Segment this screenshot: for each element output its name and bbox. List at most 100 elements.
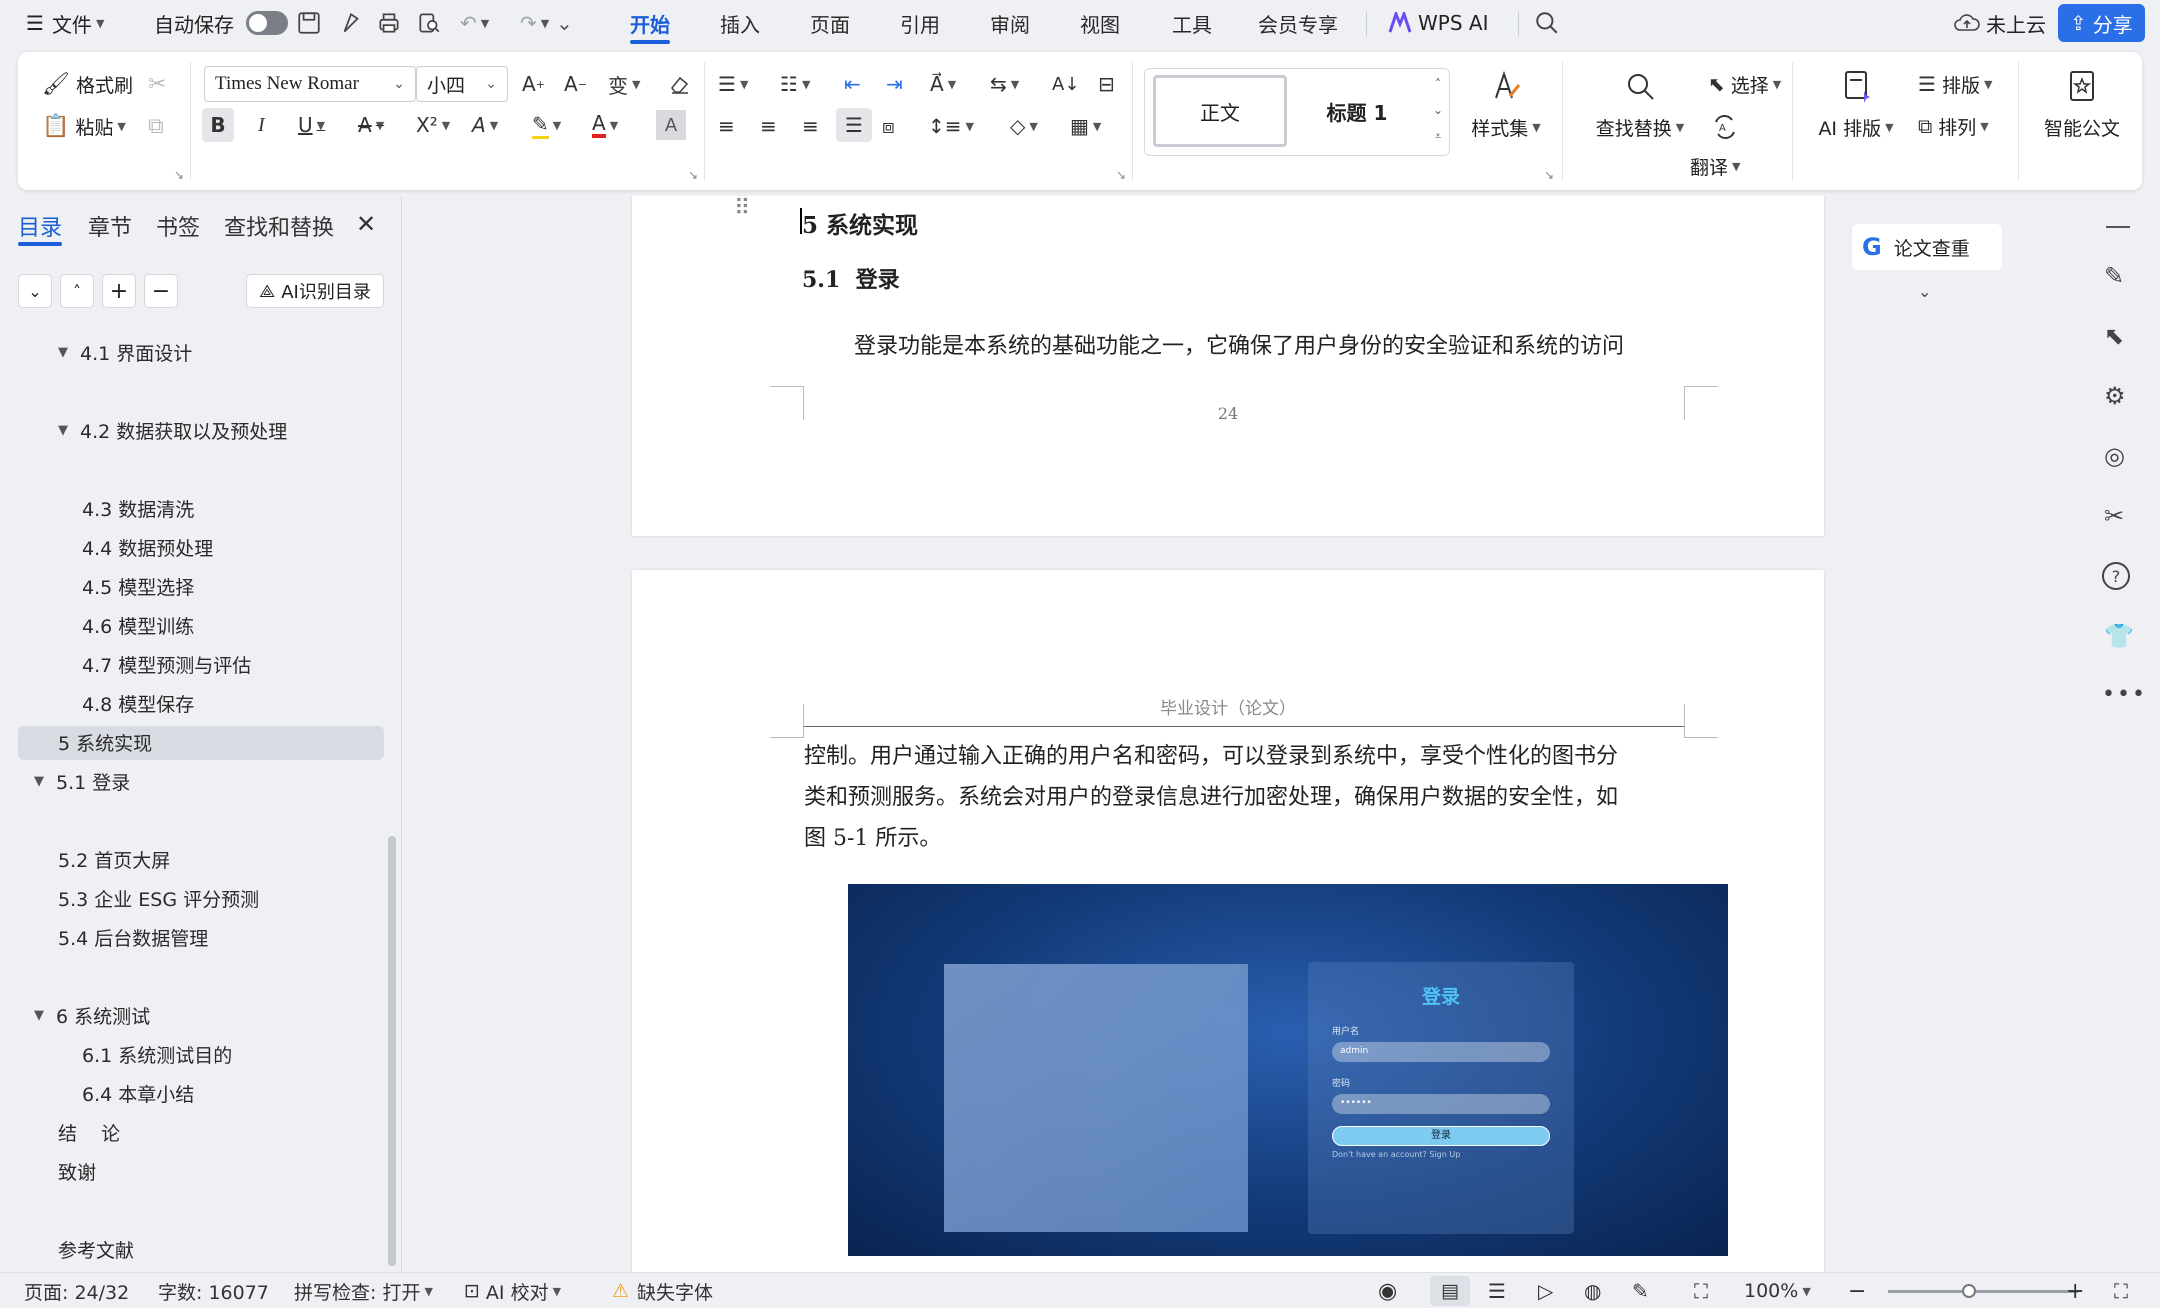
arrange-button[interactable]: ⧉ 排列 ▼	[1918, 108, 1989, 144]
translate-icon[interactable]: A	[1710, 110, 1740, 144]
decrease-indent-icon[interactable]: ⇤	[844, 68, 861, 100]
toc-item[interactable]: 致谢	[58, 1153, 96, 1189]
toc-item[interactable]: ▼ 4.2 数据获取以及预处理	[58, 412, 287, 448]
play-icon[interactable]: ▷	[1538, 1273, 1553, 1308]
heading-1[interactable]: 5 系统实现	[802, 206, 918, 240]
tab-view[interactable]: 视图	[1080, 0, 1120, 46]
toc-item[interactable]: 5.4 后台数据管理	[58, 919, 208, 955]
toc-item[interactable]: 结 论	[58, 1114, 120, 1150]
zoom-out-icon[interactable]: −	[1848, 1273, 1866, 1308]
find-icon[interactable]	[1580, 66, 1700, 106]
paragraph[interactable]: 控制。用户通过输入正确的用户名和密码，可以登录到系统中，享受个性化的图书分 类和…	[804, 736, 1618, 859]
print-icon[interactable]	[376, 0, 402, 46]
tab-toc[interactable]: 目录	[18, 210, 62, 242]
toc-item[interactable]: ▼ 5.1 登录	[34, 763, 130, 799]
superscript-button[interactable]: X² ▼	[416, 108, 450, 142]
font-name-select[interactable]: Times New Romar ⌄	[204, 66, 416, 102]
search-icon[interactable]	[1534, 0, 1560, 46]
distribute-icon[interactable]: ⧈	[882, 110, 895, 142]
edit-pen-icon[interactable]: ✎	[2104, 262, 2124, 290]
chevron-down-icon[interactable]: ⌄	[1918, 282, 1931, 301]
web-view-icon[interactable]: ◍	[1584, 1273, 1601, 1308]
increase-indent-icon[interactable]: ⇥	[886, 68, 903, 100]
format-painter-button[interactable]: 🖌 格式刷	[42, 66, 133, 102]
swap-button[interactable]: ⇆ ▼	[990, 68, 1019, 100]
remove-heading-icon[interactable]: −	[144, 274, 178, 308]
adjust-sliders-icon[interactable]: ⚙	[2104, 382, 2126, 410]
paragraph[interactable]: 登录功能是本系统的基础功能之一，它确保了用户身份的安全验证和系统的访问	[854, 328, 1624, 360]
missing-font-button[interactable]: ⚠ 缺失字体	[612, 1273, 713, 1308]
page-indicator[interactable]: 页面: 24/32	[24, 1273, 129, 1308]
align-left-icon[interactable]: ≡	[718, 110, 735, 142]
style-set-icon[interactable]	[1466, 66, 1546, 106]
highlight-button[interactable]: ✎ ▼	[532, 108, 561, 142]
phonetic-guide-icon[interactable]: 变 ▼	[608, 68, 640, 100]
shirt-theme-icon[interactable]: 👕	[2104, 622, 2134, 650]
numbered-list-button[interactable]: ☷ ▼	[780, 68, 810, 100]
ai-layout-button[interactable]: AI 排版 ▼	[1806, 110, 1906, 144]
zoom-select[interactable]: 100% ▼	[1744, 1273, 1811, 1308]
toc-item[interactable]: 4.7 模型预测与评估	[82, 646, 251, 682]
underline-button[interactable]: U ▼	[298, 108, 325, 142]
line-spacing-button[interactable]: ↕≡ ▼	[928, 110, 974, 142]
align-center-icon[interactable]: ≡	[760, 110, 777, 142]
page-view-icon[interactable]: ▤	[1430, 1276, 1470, 1306]
ai-toc-button[interactable]: ⟁ AI识别目录	[246, 274, 384, 308]
tab-page[interactable]: 页面	[810, 0, 850, 46]
sidebar-scrollbar[interactable]	[388, 836, 396, 1266]
toc-item[interactable]: 4.4 数据预处理	[82, 529, 213, 565]
toc-item[interactable]: 4.3 数据清洗	[82, 490, 194, 526]
more-icon[interactable]: •••	[2102, 682, 2147, 707]
zoom-in-icon[interactable]: +	[2066, 1273, 2084, 1308]
find-replace-button[interactable]: 查找替换 ▼	[1580, 110, 1700, 144]
justify-icon[interactable]: ☰	[836, 108, 872, 142]
show-marks-icon[interactable]: ⊟	[1098, 68, 1115, 100]
italic-button[interactable]: I	[258, 108, 265, 142]
translate-button[interactable]: 翻译 ▼	[1690, 150, 1740, 182]
figure-login-screenshot[interactable]: 登录 用户名 admin 密码 •••••• 登录 Don't have an …	[848, 884, 1728, 1256]
toc-item[interactable]: 5.3 企业 ESG 评分预测	[58, 880, 259, 916]
fit-page-icon[interactable]: ⛶	[1694, 1273, 1708, 1308]
tab-tools[interactable]: 工具	[1172, 0, 1212, 46]
autosave-toggle[interactable]: 自动保存	[154, 0, 288, 46]
shrink-font-icon[interactable]: A −	[564, 68, 587, 100]
print-preview-icon[interactable]	[338, 0, 364, 46]
clear-format-icon[interactable]	[668, 68, 692, 100]
toc-item[interactable]: 4.6 模型训练	[82, 607, 194, 643]
select-button[interactable]: ⬉ 选择 ▼	[1708, 66, 1781, 102]
paper-check-button[interactable]: G 论文查重	[1852, 224, 2002, 270]
toc-item[interactable]: ▼ 6 系统测试	[34, 997, 150, 1033]
file-menu[interactable]: ☰ 文件 ▼	[26, 0, 104, 46]
toc-item[interactable]: ▼ 4.1 界面设计	[58, 334, 192, 370]
toc-item[interactable]: 4.5 模型选择	[82, 568, 194, 604]
zoom-slider-thumb[interactable]	[1962, 1284, 1976, 1298]
font-color-button[interactable]: A ▼	[592, 108, 618, 142]
group-launcher-icon[interactable]: ↘	[1544, 168, 1554, 182]
sort-icon[interactable]: A↓	[1052, 68, 1079, 100]
borders-button[interactable]: ▦ ▼	[1070, 110, 1101, 142]
select-cursor-icon[interactable]: ⬉	[2104, 322, 2124, 350]
undo-icon[interactable]: ↶ ▼	[460, 0, 489, 46]
ai-proofread-button[interactable]: ⊡ AI 校对 ▼	[464, 1273, 561, 1308]
word-count[interactable]: 字数: 16077	[158, 1273, 269, 1308]
group-launcher-icon[interactable]: ↘	[174, 168, 184, 182]
drag-handle-icon[interactable]: ⠿	[734, 196, 750, 221]
bullet-list-button[interactable]: ☰ ▼	[718, 68, 748, 100]
toc-item[interactable]: 6.4 本章小结	[82, 1075, 194, 1111]
char-shading-button[interactable]: A	[656, 110, 686, 140]
tab-member[interactable]: 会员专享	[1258, 0, 1338, 46]
tab-bookmarks[interactable]: 书签	[156, 210, 200, 242]
share-button[interactable]: ⇪ 分享	[2058, 4, 2145, 42]
heading-2[interactable]: 5.1 登录	[802, 262, 900, 294]
toggle-switch[interactable]	[246, 11, 288, 35]
paste-button[interactable]: 📋 粘贴 ▼	[42, 108, 126, 144]
toc-item[interactable]: 5.2 首页大屏	[58, 841, 170, 877]
toc-item[interactable]: 4.8 模型保存	[82, 685, 194, 721]
tab-insert[interactable]: 插入	[720, 0, 760, 46]
font-size-select[interactable]: 小四 ⌄	[416, 66, 508, 102]
tab-home[interactable]: 开始	[630, 0, 670, 46]
brain-ai-icon[interactable]: ◎	[2104, 442, 2125, 470]
collapse-panel-icon[interactable]	[2106, 226, 2130, 228]
group-launcher-icon[interactable]: ↘	[688, 168, 698, 182]
group-launcher-icon[interactable]: ↘	[1116, 168, 1126, 182]
